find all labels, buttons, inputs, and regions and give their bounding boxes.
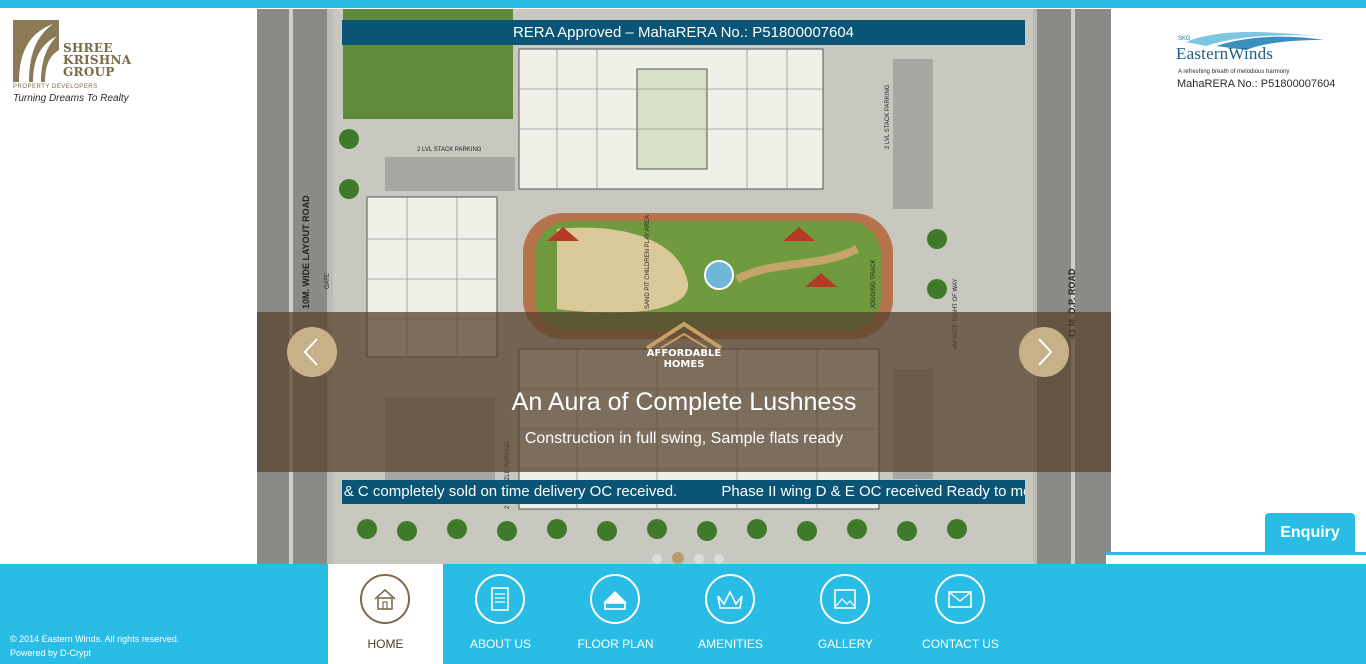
footer-bar: © 2014 Eastern Winds. All rights reserve… <box>0 564 1366 664</box>
brand-mark-icon <box>13 20 59 82</box>
nav-about-us[interactable]: ABOUT US <box>443 564 558 664</box>
nav-label: CONTACT US <box>922 637 999 651</box>
plan-label-parking-top: 2 LVL STACK PARKING <box>417 147 482 153</box>
picture-icon <box>820 574 870 624</box>
slide-subtitle: Construction in full swing, Sample flats… <box>524 430 844 447</box>
nav-home[interactable]: HOME <box>328 564 443 664</box>
plan-label-road-left: 10M. WIDE LAYOUT ROAD <box>301 195 311 309</box>
slide-title: An Aura of Complete Lushness <box>511 388 857 416</box>
nav-label: AMENITIES <box>698 637 763 651</box>
ticker-text: Phase I wing A, B & C completely sold on… <box>342 483 1025 500</box>
brand-name: SHREE KRISHNA GROUP <box>63 41 132 79</box>
home-icon <box>360 574 410 624</box>
slide-caption: AFFORDABLE HOMES An Aura of Complete Lus… <box>257 312 1111 472</box>
slide-dot-1[interactable] <box>652 554 662 564</box>
floor-plan-icon <box>590 574 640 624</box>
rera-banner: RERA Approved – MahaRERA No.: P518000076… <box>342 20 1025 45</box>
plan-label-sand-pit: SAND PIT CHILDREN PLAY AREA <box>645 215 651 309</box>
copyright: © 2014 Eastern Winds. All rights reserve… <box>10 632 179 660</box>
brand-tagline-right: A refreshing breath of melodious harmony <box>1178 69 1290 75</box>
nav-contact-us[interactable]: CONTACT US <box>903 564 1018 664</box>
nav-amenities[interactable]: AMENITIES <box>673 564 788 664</box>
envelope-icon <box>935 574 985 624</box>
plan-label-parking-right: 2 LVL STACK PARKING <box>885 84 891 149</box>
slide-dots <box>652 549 729 564</box>
next-slide-button[interactable] <box>1019 327 1069 377</box>
document-icon <box>475 574 525 624</box>
ticker-item: Phase II wing D & E OC received Ready to… <box>721 483 1025 500</box>
nav-label: FLOOR PLAN <box>577 637 654 651</box>
rera-number: MahaRERA No.: P51800007604 <box>1177 78 1336 90</box>
house-roof-icon <box>645 321 723 350</box>
nav-gallery[interactable]: GALLERY <box>788 564 903 664</box>
affordable-homes-badge: AFFORDABLE HOMES <box>639 320 729 372</box>
enquiry-button[interactable]: Enquiry <box>1265 513 1355 553</box>
ticker-item: Phase I wing A, B & C completely sold on… <box>342 483 678 500</box>
previous-slide-button[interactable] <box>287 327 337 377</box>
brand-subtitle: PROPERTY DEVELOPERS <box>13 84 98 90</box>
plan-label-jogging: JOGGING TRACK <box>871 259 877 309</box>
chevron-left-icon <box>303 338 318 366</box>
slide-dot-2[interactable] <box>672 552 685 564</box>
powered-by-link[interactable]: Powered by D-Crypt <box>10 646 179 660</box>
enquiry-tab-line <box>1106 552 1366 564</box>
hero-slider: 10M. WIDE LAYOUT ROAD 43 M. D.P. ROAD 2 … <box>257 9 1111 564</box>
eastern-winds-logo[interactable]: SKG EasternWinds A refreshing breath of … <box>1176 28 1361 98</box>
shree-krishna-logo[interactable]: SHREE KRISHNA GROUP PROPERTY DEVELOPERS … <box>13 20 143 110</box>
copyright-text: © 2014 Eastern Winds. All rights reserve… <box>10 634 180 644</box>
nav-label: HOME <box>367 637 404 651</box>
brand-name-right: EasternWinds <box>1176 44 1274 63</box>
affordable-homes-text: AFFORDABLE HOMES <box>646 348 722 370</box>
crown-icon <box>705 574 755 624</box>
nav-label: ABOUT US <box>469 637 532 651</box>
news-ticker: Phase I wing A, B & C completely sold on… <box>342 480 1025 504</box>
nav-label: GALLERY <box>817 637 874 651</box>
brand-prefix: SKG <box>1178 36 1191 42</box>
plan-label-gate: GATE <box>325 273 331 289</box>
brand-tagline: Turning Dreams To Realty <box>13 93 129 104</box>
chevron-right-icon <box>1038 338 1053 366</box>
nav-floor-plan[interactable]: FLOOR PLAN <box>558 564 673 664</box>
top-accent-bar <box>0 0 1366 8</box>
